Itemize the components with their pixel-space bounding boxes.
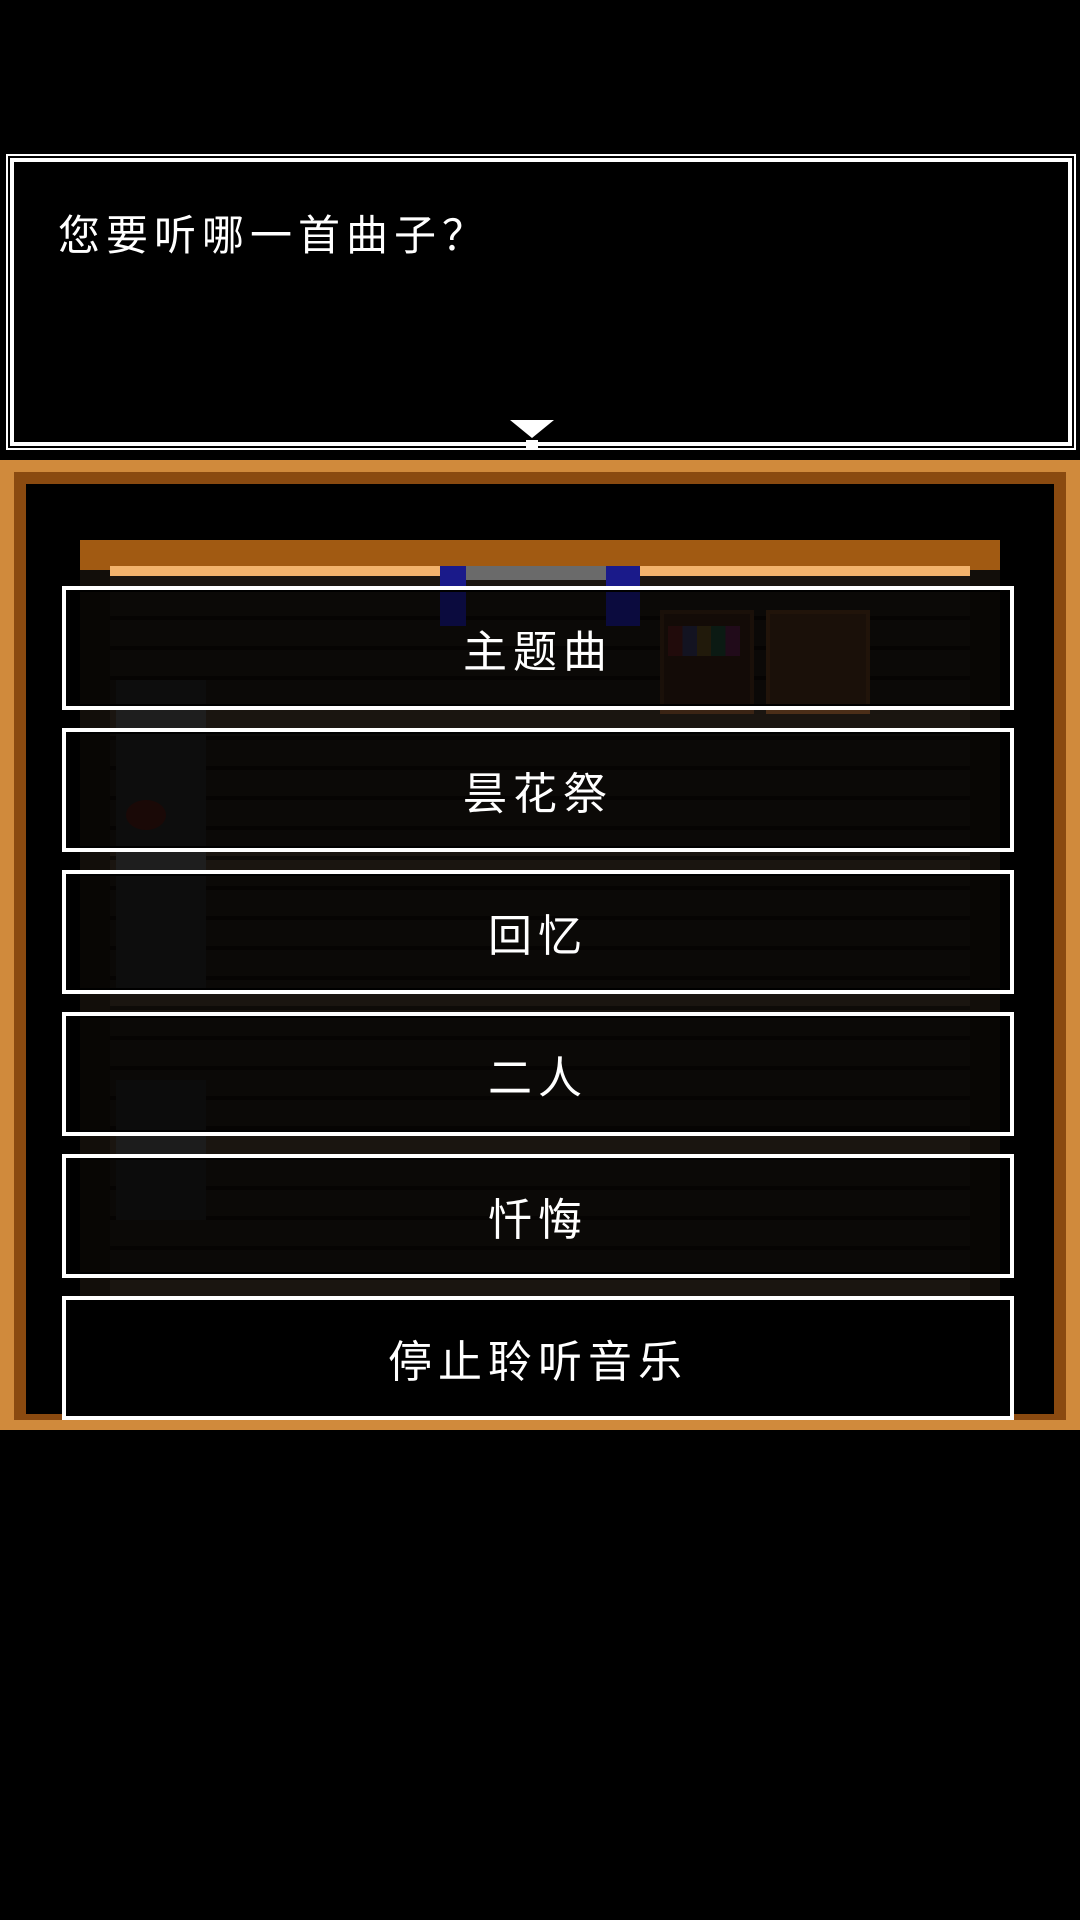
option-label: 停止聆听音乐: [388, 1337, 688, 1388]
option-tanhua-festival[interactable]: 昙花祭: [62, 728, 1014, 852]
option-theme-song[interactable]: 主题曲: [62, 586, 1014, 710]
option-label: 回忆: [488, 911, 588, 962]
option-repentance[interactable]: 忏悔: [62, 1154, 1014, 1278]
option-two-people[interactable]: 二人: [62, 1012, 1014, 1136]
option-label: 主题曲: [463, 627, 613, 678]
song-menu: 主题曲 昙花祭 回忆 二人 忏悔 停止聆听音乐: [0, 0, 1080, 1920]
option-label: 二人: [488, 1053, 588, 1104]
option-label: 忏悔: [488, 1195, 588, 1246]
option-stop-music[interactable]: 停止聆听音乐: [62, 1296, 1014, 1420]
option-memories[interactable]: 回忆: [62, 870, 1014, 994]
option-label: 昙花祭: [463, 769, 613, 820]
